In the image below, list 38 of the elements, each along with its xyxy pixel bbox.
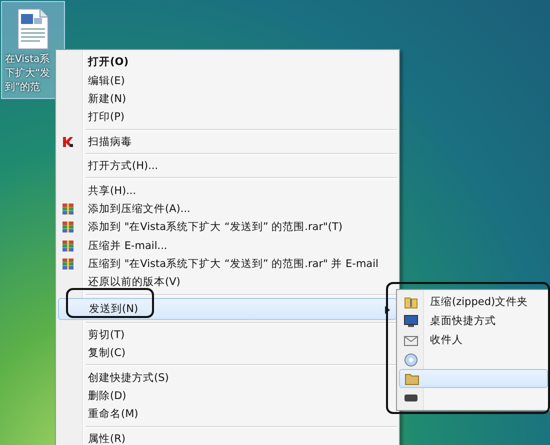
archive-books-icon xyxy=(62,240,74,252)
submenu-arrow-icon xyxy=(385,306,390,314)
file-name: 到”的范 xyxy=(4,81,40,95)
menu-item[interactable]: 复制(C) xyxy=(58,344,397,362)
menu-item[interactable]: 压缩并 E-mail... xyxy=(58,236,397,255)
file-name: 在Vista系 xyxy=(4,53,50,67)
submenu-label: 桌面快捷方式 xyxy=(430,314,496,328)
menu-item[interactable]: 属性(R) xyxy=(58,430,397,445)
menu-item[interactable]: 还原以前的版本(V) xyxy=(58,273,397,292)
folder-icon xyxy=(405,372,419,385)
zip-folder-icon xyxy=(404,294,418,309)
submenu-item[interactable]: 压缩(zipped)文件夹 xyxy=(399,292,548,312)
drive-icon xyxy=(404,394,418,402)
monitor-icon xyxy=(404,314,418,327)
menu-item[interactable]: 打印(P) xyxy=(58,108,397,127)
envelope-icon xyxy=(404,334,418,346)
archive-books-icon xyxy=(62,258,74,270)
document-icon xyxy=(16,8,50,50)
file-name: 下扩大“发 xyxy=(4,67,50,81)
menu-item[interactable]: 发送到(N) xyxy=(58,298,397,320)
menu-item[interactable]: 重命名(M) xyxy=(58,405,397,424)
submenu-label: 收件人 xyxy=(430,333,463,348)
menu-item[interactable]: 打开方式(H)... xyxy=(58,156,397,176)
menu-item[interactable]: 删除(D) xyxy=(58,386,397,406)
submenu-label: 压缩(zipped)文件夹 xyxy=(430,294,528,309)
archive-books-icon xyxy=(62,221,74,234)
k-letter-icon xyxy=(62,136,74,148)
menu-item[interactable]: 剪切(T) xyxy=(58,326,397,344)
menu-item[interactable]: 压缩到 "在Vista系统下扩大 “发送到” 的范围.rar" 并 E-mail xyxy=(58,254,397,274)
menu-item[interactable]: 创建快捷方式(S) xyxy=(58,368,397,387)
disc-icon xyxy=(404,352,418,367)
submenu-item[interactable]: 桌面快捷方式 xyxy=(399,311,548,331)
archive-books-icon xyxy=(62,202,74,215)
submenu-item[interactable]: 收件人 xyxy=(399,330,548,350)
menu-item[interactable]: 共享(H)... xyxy=(58,181,397,200)
menu-item[interactable]: 添加到 "在Vista系统下扩大 “发送到” 的范围.rar"(T) xyxy=(58,218,397,237)
menu-item[interactable]: 添加到压缩文件(A)... xyxy=(58,200,397,218)
menu-item[interactable]: 扫描病毒 xyxy=(58,132,397,151)
